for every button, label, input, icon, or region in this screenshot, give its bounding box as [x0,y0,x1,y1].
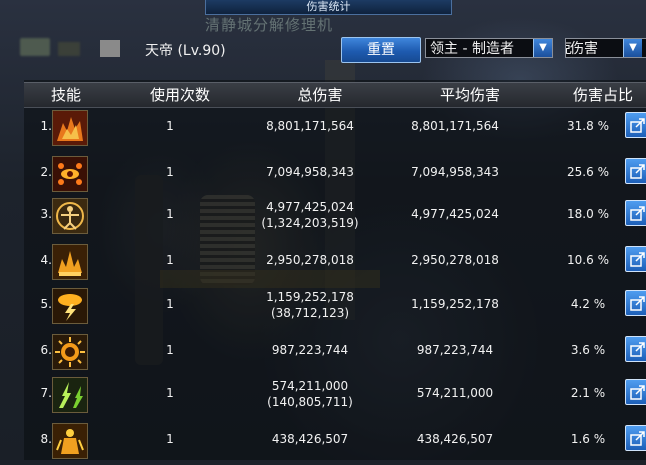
export-arrow-icon [630,431,645,446]
table-row: 8. 1 438,426,507 438,426,507 1.6 % [0,419,646,465]
detail-button[interactable] [625,379,646,405]
row-damage-share: 31.8 % [567,119,609,133]
table-row: 5. 1 1,159,252,178 (38,712,123) 1,159,25… [0,284,646,330]
detail-button[interactable] [625,246,646,272]
lightning-burst-skill-icon[interactable] [52,377,88,413]
table-row: 4. 1 2,950,278,018 2,950,278,018 10.6 % [0,240,646,286]
row-use-count: 1 [166,253,174,267]
detail-button[interactable] [625,336,646,362]
target-filter-value: 领主 - 制造者 [430,41,514,57]
row-total-damage-sub: (140,805,711) [267,395,353,409]
reset-button[interactable]: 重置 [341,37,421,63]
row-rank: 6. [40,343,52,357]
header-damage-share: 伤害占比 [572,86,633,104]
export-arrow-icon [630,206,645,221]
row-total-damage: 2,950,278,018 [266,253,354,267]
row-average-damage: 7,094,958,343 [411,165,499,179]
table-row: 2. 1 7,094,958,343 7,094,958,343 25.6 % [0,152,646,198]
row-use-count: 1 [166,165,174,179]
window-title: 伤害统计 [205,0,452,15]
row-average-damage: 574,211,000 [416,386,494,400]
header-average-damage: 平均伤害 [439,86,500,104]
table-row: 3. 1 4,977,425,024 (1,324,203,519) 4,977… [0,194,646,240]
blurred-guild-name [58,42,80,56]
row-use-count: 1 [166,297,174,311]
row-damage-share: 1.6 % [570,432,606,446]
row-rank: 1. [40,119,52,133]
export-arrow-icon [630,252,645,267]
table-row: 1. 1 8,801,171,564 8,801,171,564 31.8 % [0,106,646,152]
row-damage-share: 10.6 % [567,253,609,267]
blurred-avatar [20,38,50,56]
stat-mode-prefix: 克 [566,39,572,57]
character-portrait [100,40,120,57]
row-rank: 4. [40,253,52,267]
export-arrow-icon [630,342,645,357]
stat-mode-select[interactable]: 克 伤害 ▼ [565,38,646,58]
table-row: 6. 1 987,223,744 987,223,744 3.6 % [0,330,646,376]
row-total-damage: 1,159,252,178 [266,290,354,304]
row-total-damage: 438,426,507 [271,432,349,446]
row-average-damage: 1,159,252,178 [411,297,499,311]
row-rank: 5. [40,297,52,311]
export-arrow-icon [630,385,645,400]
row-total-damage: 8,801,171,564 [266,119,354,133]
map-name-watermark: 清静城分解修理机 [205,16,334,34]
chevron-down-icon[interactable]: ▼ [623,39,642,57]
row-rank: 8. [40,432,52,446]
row-damage-share: 4.2 % [570,297,606,311]
row-average-damage: 2,950,278,018 [411,253,499,267]
row-rank: 2. [40,165,52,179]
table-row: 7. 1 574,211,000 (140,805,711) 574,211,0… [0,373,646,419]
crown-spire-skill-icon[interactable] [52,244,88,280]
row-rank: 3. [40,207,52,221]
header-skill: 技能 [50,86,81,104]
row-damage-share: 25.6 % [567,165,609,179]
row-total-damage: 574,211,000 [271,379,349,393]
detail-button[interactable] [625,425,646,451]
eye-seal-skill-icon[interactable] [52,156,88,192]
row-total-damage-sub: (38,712,123) [270,306,350,320]
thunder-cloud-skill-icon[interactable] [52,288,88,324]
row-total-damage: 7,094,958,343 [266,165,354,179]
detail-button[interactable] [625,112,646,138]
row-use-count: 1 [166,119,174,133]
golden-warrior-skill-icon[interactable] [52,423,88,459]
detail-button[interactable] [625,158,646,184]
header-total-damage: 总伤害 [297,86,343,104]
row-average-damage: 8,801,171,564 [411,119,499,133]
table-header: 技能 使用次数 总伤害 平均伤害 伤害占比 [24,82,646,108]
detail-button[interactable] [625,200,646,226]
export-arrow-icon [630,296,645,311]
row-average-damage: 987,223,744 [416,343,494,357]
row-average-damage: 438,426,507 [416,432,494,446]
row-use-count: 1 [166,432,174,446]
player-name-level: 天帝 (Lv.90) [145,43,226,59]
row-use-count: 1 [166,343,174,357]
row-use-count: 1 [166,386,174,400]
row-average-damage: 4,977,425,024 [411,207,499,221]
row-total-damage-sub: (1,324,203,519) [261,216,359,230]
row-damage-share: 3.6 % [570,343,606,357]
target-filter-select[interactable]: 领主 - 制造者 ▼ [425,38,553,58]
row-damage-share: 2.1 % [570,386,606,400]
header-use-count: 使用次数 [149,86,210,104]
flame-beast-skill-icon[interactable] [52,110,88,146]
detail-button[interactable] [625,290,646,316]
row-total-damage: 987,223,744 [271,343,349,357]
export-arrow-icon [630,164,645,179]
sun-orb-skill-icon[interactable] [52,334,88,370]
chevron-down-icon[interactable]: ▼ [533,39,552,57]
stat-mode-value: 伤害 [570,41,598,57]
vitruvian-circle-skill-icon[interactable] [52,198,88,234]
export-arrow-icon [630,118,645,133]
row-use-count: 1 [166,207,174,221]
row-total-damage: 4,977,425,024 [266,200,354,214]
row-damage-share: 18.0 % [567,207,609,221]
row-rank: 7. [40,386,52,400]
